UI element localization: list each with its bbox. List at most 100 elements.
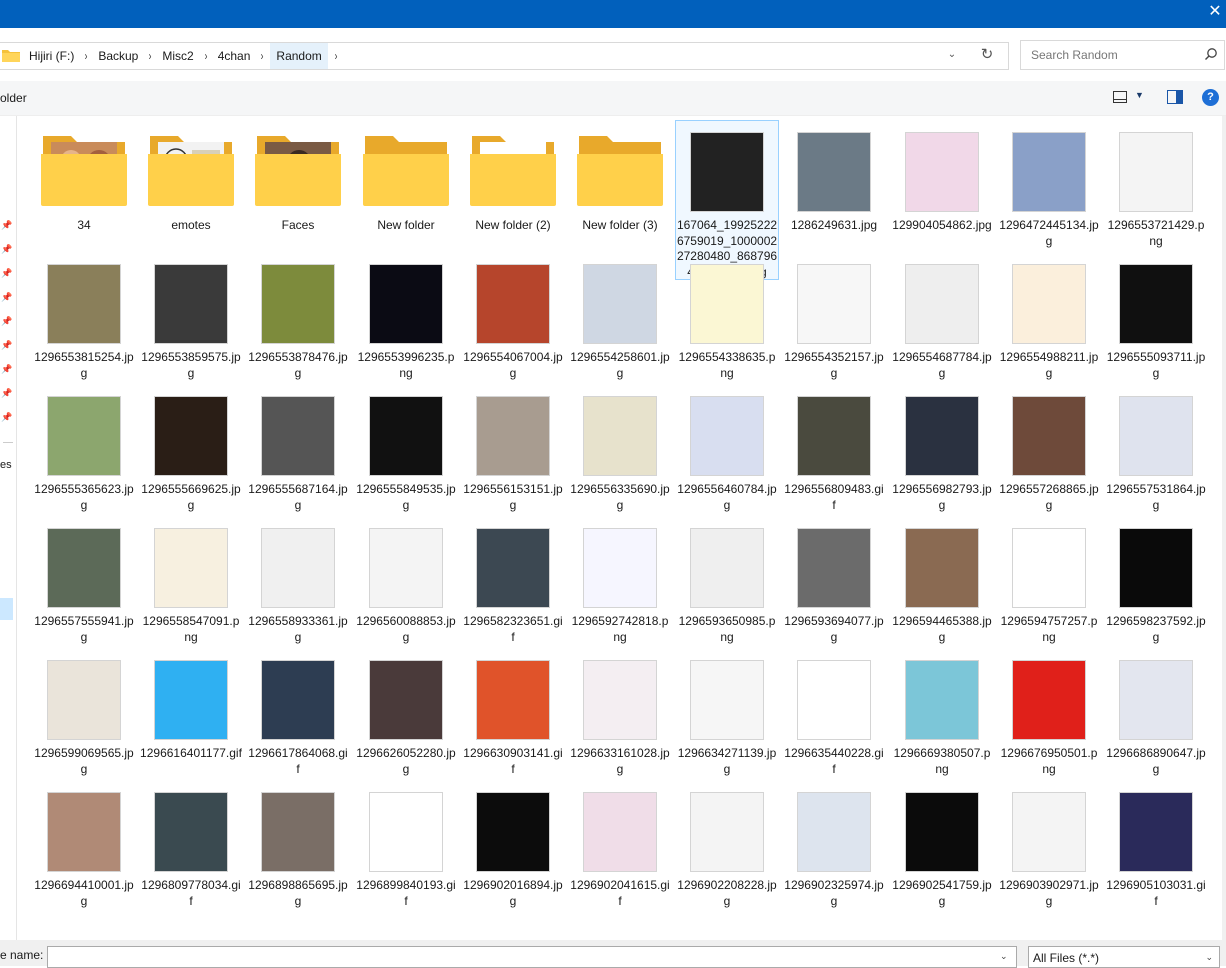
- file-item[interactable]: 1296594465388.jpg: [891, 512, 993, 644]
- file-item[interactable]: 1296554338635.png: [676, 248, 778, 380]
- folder-item[interactable]: New folder: [355, 116, 457, 248]
- file-item[interactable]: 1296556982793.jpg: [891, 380, 993, 512]
- chevron-right-icon[interactable]: ›: [257, 49, 268, 63]
- nav-item-label[interactable]: es: [0, 459, 12, 471]
- item-label: 1296633161028.jpg: [570, 746, 670, 776]
- file-item[interactable]: 1296555093711.jpg: [1105, 248, 1207, 380]
- file-item[interactable]: 1296556460784.jpg: [676, 380, 778, 512]
- file-item[interactable]: 1296593650985.png: [676, 512, 778, 644]
- view-options-icon[interactable]: [1113, 91, 1127, 103]
- file-item[interactable]: 1296553878476.jpg: [247, 248, 349, 380]
- file-item[interactable]: 1296669380507.png: [891, 644, 993, 776]
- file-item[interactable]: 1296902041615.gif: [569, 776, 671, 908]
- file-item[interactable]: 1296635440228.gif: [783, 644, 885, 776]
- breadcrumb-item[interactable]: Misc2: [158, 49, 197, 63]
- file-item[interactable]: 1296694410001.jpg: [33, 776, 135, 908]
- file-item[interactable]: 1296809778034.gif: [140, 776, 242, 908]
- file-item[interactable]: 1296676950501.png: [998, 644, 1100, 776]
- filename-input[interactable]: [47, 946, 1017, 968]
- breadcrumb-item[interactable]: Hijiri (F:): [25, 49, 78, 63]
- file-item[interactable]: 1296633161028.jpg: [569, 644, 671, 776]
- folder-item[interactable]: New folder (3): [569, 116, 671, 248]
- help-icon[interactable]: ?: [1202, 89, 1219, 106]
- search-box[interactable]: [1020, 40, 1225, 70]
- folder-item[interactable]: Faces: [247, 116, 349, 248]
- file-item[interactable]: 1296902016894.jpg: [462, 776, 564, 908]
- file-item[interactable]: 1296902541759.jpg: [891, 776, 993, 908]
- chevron-right-icon[interactable]: ›: [81, 49, 92, 63]
- file-item[interactable]: 1296472445134.jpg: [998, 116, 1100, 248]
- file-item[interactable]: 1296557268865.jpg: [998, 380, 1100, 512]
- file-item[interactable]: 1296560088853.jpg: [355, 512, 457, 644]
- chevron-down-icon[interactable]: ⌄: [1000, 951, 1008, 962]
- breadcrumb-item[interactable]: Random: [270, 43, 328, 69]
- file-item[interactable]: 1296555849535.jpg: [355, 380, 457, 512]
- file-item[interactable]: 1296557555941.jpg: [33, 512, 135, 644]
- file-item[interactable]: 1296556809483.gif: [783, 380, 885, 512]
- filetype-select[interactable]: All Files (*.*) ⌄: [1028, 946, 1220, 968]
- file-item[interactable]: 1296599069565.jpg: [33, 644, 135, 776]
- folder-item[interactable]: New folder (2): [462, 116, 564, 248]
- file-item[interactable]: 167064_199252226759019_100000227280480_8…: [675, 116, 779, 280]
- file-item[interactable]: 1296594757257.png: [998, 512, 1100, 644]
- file-item[interactable]: 1296558933361.jpg: [247, 512, 349, 644]
- file-item[interactable]: 1296555687164.jpg: [247, 380, 349, 512]
- item-label: 1296557531864.jpg: [1106, 482, 1206, 512]
- breadcrumb-item[interactable]: Backup: [94, 49, 142, 63]
- close-icon[interactable]: ✕: [1204, 0, 1226, 26]
- folder-item[interactable]: emotes: [140, 116, 242, 248]
- file-item[interactable]: 1296554258601.jpg: [569, 248, 671, 380]
- file-item[interactable]: 1296686890647.jpg: [1105, 644, 1207, 776]
- file-item[interactable]: 1296630903141.gif: [462, 644, 564, 776]
- file-item[interactable]: 1296557531864.jpg: [1105, 380, 1207, 512]
- file-item[interactable]: 1296592742818.png: [569, 512, 671, 644]
- chevron-down-icon[interactable]: ▼: [1135, 90, 1144, 100]
- new-folder-button[interactable]: older: [0, 91, 27, 105]
- file-item[interactable]: 1296553721429.png: [1105, 116, 1207, 248]
- chevron-down-icon[interactable]: ⌄: [1205, 952, 1213, 963]
- folder-icon: [470, 136, 556, 206]
- file-item[interactable]: 1296556335690.jpg: [569, 380, 671, 512]
- chevron-down-icon[interactable]: ⌄: [942, 45, 962, 65]
- file-item[interactable]: 1296616401177.gif: [140, 644, 242, 776]
- file-item[interactable]: 1296598237592.jpg: [1105, 512, 1207, 644]
- address-bar[interactable]: Hijiri (F:) › Backup › Misc2 › 4chan › Random › ⌄…: [0, 42, 1009, 70]
- file-item[interactable]: 1296626052280.jpg: [355, 644, 457, 776]
- search-icon[interactable]: [1204, 47, 1218, 61]
- file-item[interactable]: 1296582323651.gif: [462, 512, 564, 644]
- search-input[interactable]: [1029, 46, 1193, 64]
- thumbnail-area: [676, 384, 778, 478]
- file-item[interactable]: 1296899840193.gif: [355, 776, 457, 908]
- file-item[interactable]: 1296553815254.jpg: [33, 248, 135, 380]
- file-item[interactable]: 1296558547091.png: [140, 512, 242, 644]
- file-item[interactable]: 1296898865695.jpg: [247, 776, 349, 908]
- file-item[interactable]: 1296554687784.jpg: [891, 248, 993, 380]
- file-item[interactable]: 1296617864068.gif: [247, 644, 349, 776]
- file-item[interactable]: 1296556153151.jpg: [462, 380, 564, 512]
- file-item[interactable]: 1296554352157.jpg: [783, 248, 885, 380]
- file-item[interactable]: 1296555669625.jpg: [140, 380, 242, 512]
- chevron-right-icon[interactable]: ›: [200, 49, 211, 63]
- breadcrumb-item[interactable]: 4chan: [214, 49, 255, 63]
- file-item[interactable]: 1296555365623.jpg: [33, 380, 135, 512]
- file-item[interactable]: 1296903902971.jpg: [998, 776, 1100, 908]
- nav-item-selected[interactable]: [0, 598, 13, 620]
- file-item[interactable]: 1296554067004.jpg: [462, 248, 564, 380]
- preview-pane-icon[interactable]: [1167, 90, 1183, 104]
- file-item[interactable]: 1296905103031.gif: [1105, 776, 1207, 908]
- chevron-right-icon[interactable]: ›: [145, 49, 156, 63]
- file-item[interactable]: 1286249631.jpg: [783, 116, 885, 248]
- file-item[interactable]: 1296902208228.jpg: [676, 776, 778, 908]
- file-item[interactable]: 1296593694077.jpg: [783, 512, 885, 644]
- file-item[interactable]: 1296634271139.jpg: [676, 644, 778, 776]
- folder-item[interactable]: 34: [33, 116, 135, 248]
- file-item[interactable]: 1296553996235.png: [355, 248, 457, 380]
- file-item[interactable]: 1296902325974.jpg: [783, 776, 885, 908]
- vertical-scrollbar[interactable]: [1222, 116, 1226, 940]
- refresh-icon[interactable]: ↻: [976, 45, 998, 65]
- file-item[interactable]: 1296554988211.jpg: [998, 248, 1100, 380]
- file-item[interactable]: 1296553859575.jpg: [140, 248, 242, 380]
- item-label: 1296558547091.png: [142, 614, 240, 644]
- file-item[interactable]: 129904054862.jpg: [891, 116, 993, 248]
- chevron-right-icon[interactable]: ›: [330, 49, 341, 63]
